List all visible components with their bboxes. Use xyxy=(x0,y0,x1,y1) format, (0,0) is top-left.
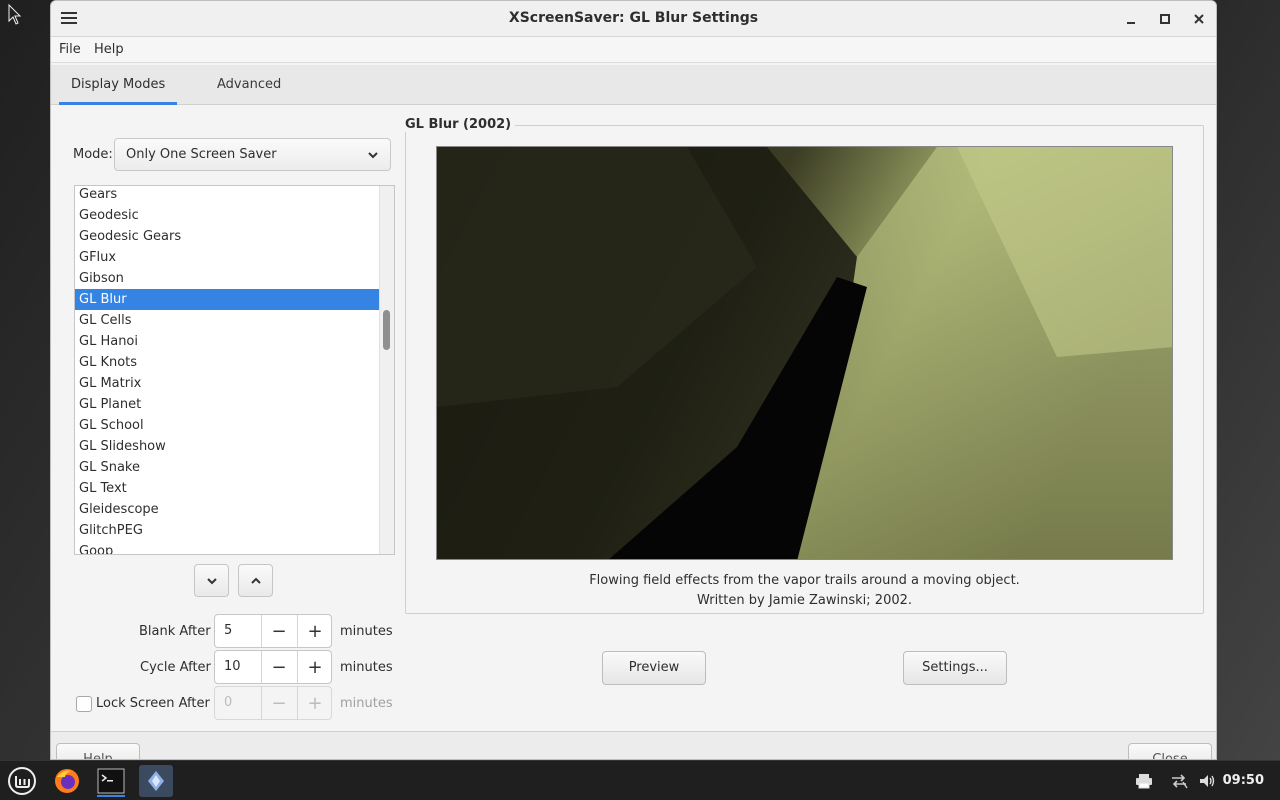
tab-display-modes[interactable]: Display Modes xyxy=(59,65,178,105)
mint-menu-icon[interactable] xyxy=(6,765,38,797)
volume-icon[interactable] xyxy=(1191,765,1223,797)
list-item[interactable]: GL Cells xyxy=(75,310,380,331)
maximize-icon[interactable] xyxy=(1155,9,1175,29)
list-item[interactable]: Geodesic Gears xyxy=(75,226,380,247)
window-title: XScreenSaver: GL Blur Settings xyxy=(508,10,759,26)
blank-unit-label: minutes xyxy=(340,624,393,639)
mode-value: Only One Screen Saver xyxy=(126,147,277,162)
blank-plus-button[interactable]: + xyxy=(297,615,332,647)
preview-description: Flowing field effects from the vapor tra… xyxy=(589,573,1020,588)
preview-author: Written by Jamie Zawinski; 2002. xyxy=(696,593,913,608)
lock-minus-button: − xyxy=(261,687,296,719)
list-item[interactable]: GL Hanoi xyxy=(75,331,380,352)
list-item[interactable]: GFlux xyxy=(75,247,380,268)
move-up-button[interactable] xyxy=(238,564,273,597)
clock[interactable]: 09:50 xyxy=(1223,773,1264,788)
list-item[interactable]: GL Slideshow xyxy=(75,436,380,457)
minimize-icon[interactable] xyxy=(1121,9,1141,29)
blank-minus-button[interactable]: − xyxy=(261,615,296,647)
lock-unit-label: minutes xyxy=(340,696,393,711)
scrollbar-thumb[interactable] xyxy=(383,310,390,350)
firefox-icon[interactable] xyxy=(51,765,83,797)
list-item[interactable]: GL Knots xyxy=(75,352,380,373)
dialog-button-bar: Help Close xyxy=(51,731,1216,759)
taskbar: 09:50 xyxy=(0,760,1280,800)
title-bar: XScreenSaver: GL Blur Settings xyxy=(51,1,1216,37)
mode-dropdown[interactable]: Only One Screen Saver xyxy=(114,138,391,171)
close-button[interactable]: Close xyxy=(1128,743,1212,759)
list-item[interactable]: GlitchPEG xyxy=(75,520,380,541)
settings-button[interactable]: Settings... xyxy=(903,651,1007,685)
cycle-after-label: Cycle After xyxy=(140,660,211,675)
chevron-down-icon xyxy=(368,152,378,159)
lock-screen-value: 0 xyxy=(224,695,233,710)
menu-bar: File Help xyxy=(51,37,1216,63)
printer-icon[interactable] xyxy=(1128,765,1160,797)
list-item[interactable]: GL Planet xyxy=(75,394,380,415)
chevron-up-icon xyxy=(250,577,261,584)
list-item[interactable]: GL School xyxy=(75,415,380,436)
lock-screen-label: Lock Screen After xyxy=(96,696,210,711)
terminal-icon[interactable] xyxy=(95,765,127,797)
cycle-after-spinner[interactable]: 10 − + xyxy=(214,650,332,684)
active-indicator xyxy=(97,795,125,797)
menu-file[interactable]: File xyxy=(59,42,81,57)
mouse-cursor-icon xyxy=(8,4,22,25)
preview-button[interactable]: Preview xyxy=(602,651,706,685)
mode-label: Mode: xyxy=(73,147,113,162)
list-item[interactable]: Geodesic xyxy=(75,205,380,226)
cycle-unit-label: minutes xyxy=(340,660,393,675)
lock-screen-spinner: 0 − + xyxy=(214,686,332,720)
blank-after-value[interactable]: 5 xyxy=(224,623,232,638)
blank-after-spinner[interactable]: 5 − + xyxy=(214,614,332,648)
tab-advanced[interactable]: Advanced xyxy=(205,65,293,105)
settings-window: XScreenSaver: GL Blur Settings File Help… xyxy=(50,0,1217,760)
move-down-button[interactable] xyxy=(194,564,229,597)
screensaver-list[interactable]: Gears Geodesic Geodesic Gears GFlux Gibson GL… xyxy=(74,185,395,555)
blank-after-label: Blank After xyxy=(139,624,211,639)
menu-help[interactable]: Help xyxy=(94,42,124,57)
close-icon[interactable] xyxy=(1189,9,1209,29)
list-item[interactable]: GL Text xyxy=(75,478,380,499)
cycle-after-value[interactable]: 10 xyxy=(224,659,241,674)
cycle-minus-button[interactable]: − xyxy=(261,651,296,683)
list-item[interactable]: GL Blur xyxy=(75,289,380,310)
list-item[interactable]: Gleidescope xyxy=(75,499,380,520)
list-scrollbar[interactable] xyxy=(379,186,394,554)
screensaver-preview-image xyxy=(436,146,1173,560)
list-item[interactable]: GL Matrix xyxy=(75,373,380,394)
list-item[interactable]: GL Snake xyxy=(75,457,380,478)
tab-bar: Display Modes Advanced xyxy=(51,65,1216,105)
list-item[interactable]: Gears xyxy=(75,186,380,205)
list-item[interactable]: Goop xyxy=(75,541,380,554)
display-modes-panel: Mode: Only One Screen Saver Gears Geodesi… xyxy=(51,105,1216,731)
list-item[interactable]: Gibson xyxy=(75,268,380,289)
xscreensaver-task-icon[interactable] xyxy=(139,765,173,797)
chevron-down-icon xyxy=(206,577,217,584)
preview-frame-title: GL Blur (2002) xyxy=(405,117,516,132)
lock-screen-checkbox[interactable] xyxy=(76,696,92,712)
cycle-plus-button[interactable]: + xyxy=(297,651,332,683)
help-button[interactable]: Help xyxy=(56,743,140,759)
lock-plus-button: + xyxy=(297,687,332,719)
